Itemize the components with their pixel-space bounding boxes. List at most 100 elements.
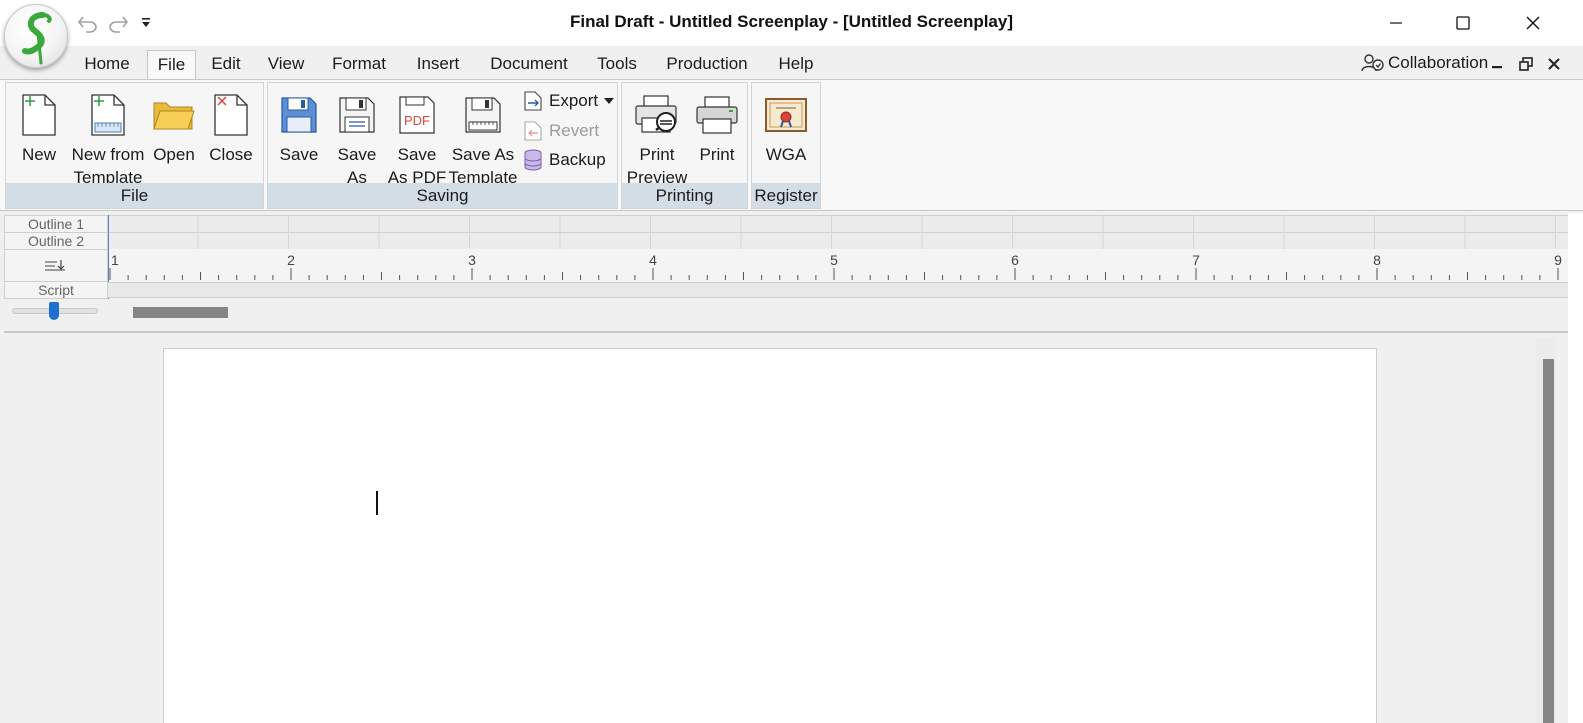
redo-icon: [109, 16, 129, 33]
tab-file[interactable]: File: [147, 50, 196, 79]
close-label: Close: [209, 145, 253, 164]
doc-restore-button[interactable]: [1517, 55, 1535, 73]
close-document-icon: [214, 94, 248, 136]
tab-help[interactable]: Help: [769, 50, 823, 79]
tab-home[interactable]: Home: [74, 50, 140, 79]
ruler-label: 8: [1373, 252, 1381, 268]
ruler-label: 4: [649, 252, 657, 268]
ribbon-tabs: Home File Edit View Format Insert Docume…: [0, 46, 1583, 79]
indent-markers-button[interactable]: [4, 249, 108, 282]
printing-group-label: Printing: [622, 183, 747, 208]
maximize-window-button[interactable]: [1440, 6, 1486, 40]
tab-production[interactable]: Production: [657, 50, 757, 79]
outline-ruler-area: Outline 1 Outline 2 Script 1 2 3 4 5 6 7 8 9: [4, 215, 1568, 328]
minimize-icon: [1390, 22, 1402, 24]
customize-qat-button[interactable]: [138, 10, 154, 36]
new-from-template-button[interactable]: New from Template: [66, 91, 150, 189]
collaboration-button[interactable]: Collaboration: [1361, 52, 1488, 74]
restore-icon: [1519, 57, 1533, 71]
printer-icon: [696, 96, 738, 134]
outline2-label[interactable]: Outline 2: [4, 232, 108, 250]
close-icon: [1526, 16, 1540, 30]
script-label[interactable]: Script: [4, 281, 108, 299]
revert-label: Revert: [549, 121, 600, 140]
new-button[interactable]: New: [14, 91, 64, 166]
ruler-label: 9: [1554, 252, 1562, 268]
redo-button[interactable]: [106, 10, 130, 36]
ruler-label: 3: [468, 252, 476, 268]
new-document-icon: [22, 94, 56, 136]
backup-button[interactable]: Backup: [521, 147, 606, 173]
save-as-button[interactable]: Save As: [332, 91, 382, 189]
save-as-pdf-button[interactable]: PDF Save As PDF: [387, 91, 447, 189]
revert-button[interactable]: Revert: [521, 118, 599, 144]
collaboration-icon: [1361, 54, 1384, 72]
folder-open-icon: [153, 102, 195, 130]
ribbon: New New from Template Open Close File Sa…: [0, 79, 1583, 211]
close-window-button[interactable]: [1510, 6, 1556, 40]
script-page[interactable]: [163, 348, 1377, 723]
ruler-label: 7: [1192, 252, 1200, 268]
new-label: New: [21, 145, 56, 164]
pdf-icon: PDF: [399, 96, 435, 134]
file-group-label: File: [6, 183, 263, 208]
printing-group: Print Preview Print Printing: [621, 82, 748, 209]
tab-format[interactable]: Format: [324, 50, 394, 79]
ruler-label: 2: [287, 252, 295, 268]
backup-label: Backup: [549, 150, 606, 169]
indent-icon: [45, 259, 65, 270]
save-button[interactable]: Save: [274, 91, 324, 166]
print-button[interactable]: Print: [692, 91, 742, 166]
database-icon: [524, 149, 542, 171]
file-group: New New from Template Open Close File: [5, 82, 264, 209]
zoom-slider-thumb[interactable]: [49, 302, 59, 320]
document-area: [4, 331, 1568, 723]
ruler[interactable]: 1 2 3 4 5 6 7 8 9: [108, 249, 1568, 282]
minimize-icon: [1492, 66, 1502, 69]
print-preview-icon: [635, 95, 677, 133]
open-button[interactable]: Open: [150, 91, 198, 166]
undo-button[interactable]: [76, 10, 100, 36]
undo-icon: [77, 16, 97, 33]
save-as-template-button[interactable]: Save As Template: [449, 91, 518, 189]
tab-edit[interactable]: Edit: [203, 50, 249, 79]
close-document-button[interactable]: Close: [206, 91, 256, 166]
certificate-icon: [765, 98, 807, 132]
wga-button[interactable]: WGA: [760, 91, 812, 166]
save-label: Save: [279, 145, 319, 164]
export-button[interactable]: Export: [521, 88, 615, 114]
wga-label: WGA: [765, 145, 807, 164]
title-bar: Final Draft - Untitled Screenplay - [Unt…: [0, 0, 1583, 46]
register-group: WGA Register: [751, 82, 821, 209]
window-right-edge: [1568, 213, 1583, 723]
print-label: Print: [699, 145, 735, 164]
export-label: Export: [549, 91, 599, 110]
customize-qat-icon: [142, 18, 150, 27]
vertical-scrollbar-thumb[interactable]: [1543, 359, 1554, 723]
outline1-label[interactable]: Outline 1: [4, 215, 108, 233]
maximize-icon: [1456, 16, 1470, 30]
doc-minimize-button[interactable]: [1488, 55, 1506, 73]
doc-close-button[interactable]: [1545, 55, 1563, 73]
open-label: Open: [153, 145, 195, 164]
tab-document[interactable]: Document: [481, 50, 577, 79]
final-draft-logo-icon: [22, 12, 52, 65]
window-title: Final Draft - Untitled Screenplay - [Unt…: [569, 12, 1014, 31]
app-menu-button[interactable]: [4, 4, 68, 68]
collaboration-label: Collaboration: [1388, 53, 1489, 72]
horizontal-scrollbar-thumb[interactable]: [133, 307, 228, 318]
tab-view[interactable]: View: [260, 50, 312, 79]
save-as-icon: [339, 97, 375, 133]
dropdown-arrow-icon: [604, 98, 615, 104]
tab-tools[interactable]: Tools: [588, 50, 646, 79]
close-icon: [1548, 58, 1560, 70]
minimize-window-button[interactable]: [1373, 6, 1419, 40]
print-preview-button[interactable]: Print Preview: [626, 91, 688, 189]
outline-grid: [197, 215, 1556, 249]
pdf-icon-text: PDF: [404, 113, 430, 128]
script-strip[interactable]: [108, 282, 1568, 298]
export-icon: [524, 91, 542, 111]
tab-insert[interactable]: Insert: [407, 50, 469, 79]
saving-group: Save Save As PDF Save As PDF Save As Tem…: [267, 82, 618, 209]
new-from-template-icon: [91, 94, 125, 136]
